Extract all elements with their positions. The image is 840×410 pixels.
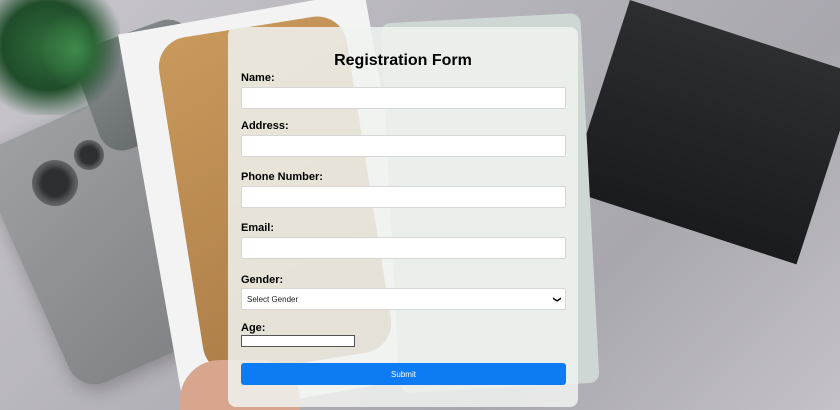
gender-selected-value: Select Gender (247, 294, 299, 304)
name-input[interactable] (241, 87, 566, 109)
phone-label: Phone Number: (241, 171, 323, 183)
name-field-group: Name: (241, 72, 566, 109)
phone-input[interactable] (241, 186, 566, 208)
gender-field-group: Gender: Select Gender ❯ (241, 274, 566, 310)
gender-select[interactable]: Select Gender ❯ (241, 288, 566, 310)
camera-lens-decoration (32, 160, 78, 206)
camera-lens-decoration (74, 140, 104, 170)
age-label: Age: (241, 322, 266, 334)
age-field-group: Age: (241, 322, 565, 347)
email-input[interactable] (241, 237, 566, 259)
submit-button[interactable]: Submit (241, 363, 566, 385)
phone-field-group: Phone Number: (241, 171, 566, 208)
form-title: Registration Form (334, 52, 472, 69)
registration-form-card: Registration Form Name: Address: Phone N… (228, 27, 578, 407)
chevron-down-icon: ❯ (553, 295, 563, 303)
address-input[interactable] (241, 135, 566, 157)
age-input[interactable] (241, 335, 355, 347)
address-label: Address: (241, 120, 289, 132)
gender-label: Gender: (241, 274, 284, 286)
plant-decoration (40, 10, 110, 90)
name-label: Name: (241, 72, 275, 84)
email-label: Email: (241, 222, 275, 234)
email-field-group: Email: (241, 222, 566, 259)
dark-box-decoration (568, 0, 840, 265)
address-field-group: Address: (241, 120, 566, 157)
